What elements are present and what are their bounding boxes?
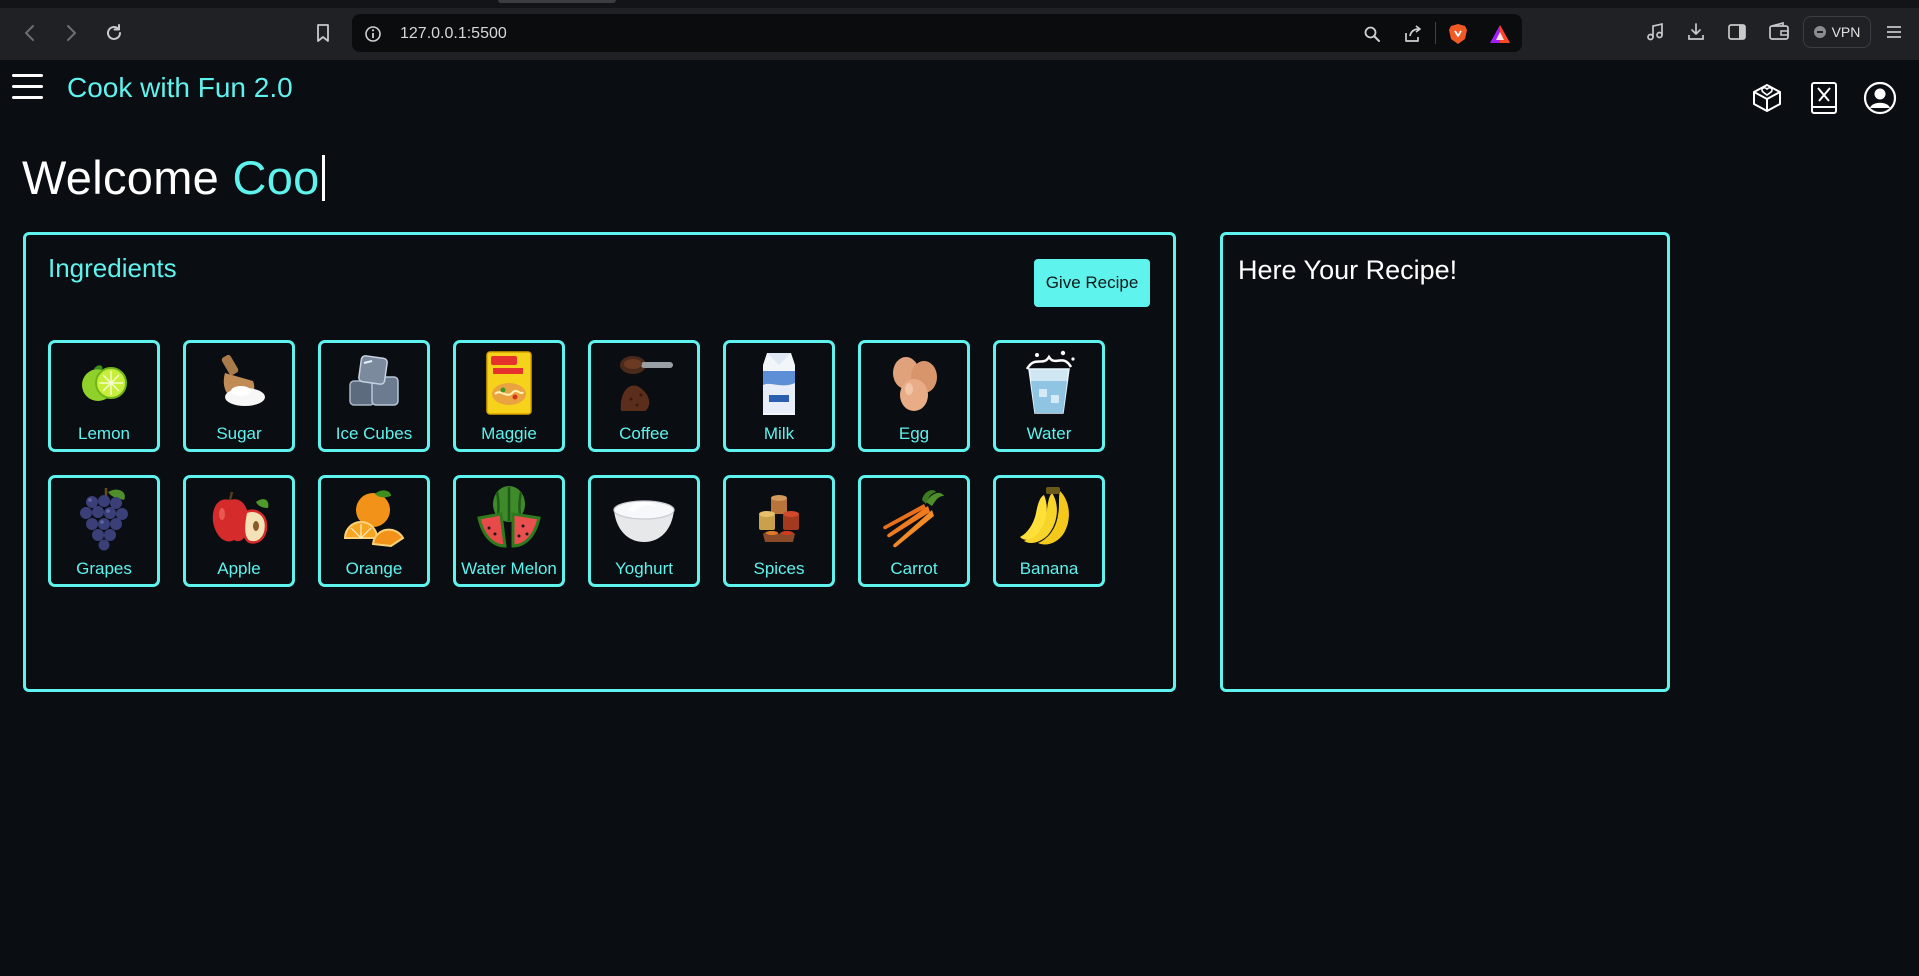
ice-cubes-icon [338, 347, 410, 419]
browser-menu-icon[interactable] [1882, 20, 1906, 44]
milk-icon [743, 347, 815, 419]
ingredient-label: Carrot [890, 559, 938, 578]
user-profile-icon[interactable] [1862, 80, 1898, 116]
ingredient-lemon[interactable]: Lemon [48, 340, 160, 452]
ingredient-maggie[interactable]: Maggie [453, 340, 565, 452]
ingredients-title: Ingredients [48, 253, 177, 283]
typing-caret [321, 155, 325, 201]
spices-icon [743, 482, 815, 554]
ingredient-apple[interactable]: Apple [183, 475, 295, 587]
browser-toolbar: 127.0.0.1:5500 VPN [0, 0, 1919, 60]
reload-button[interactable] [101, 20, 127, 46]
welcome-typed-text: Coo [232, 151, 320, 204]
welcome-heading: Welcome Coo [22, 150, 325, 205]
ingredient-label: Grapes [76, 559, 132, 578]
brave-rewards-icon[interactable] [1489, 23, 1511, 45]
ingredient-sugar[interactable]: Sugar [183, 340, 295, 452]
welcome-prefix: Welcome [22, 151, 220, 204]
ingredient-label: Banana [1019, 559, 1079, 578]
bookmark-button[interactable] [310, 20, 336, 46]
maggie-icon [473, 347, 545, 419]
grapes-icon [68, 482, 140, 554]
vpn-button[interactable]: VPN [1803, 16, 1871, 48]
downloads-icon[interactable] [1684, 20, 1708, 44]
ingredient-water[interactable]: Water [993, 340, 1105, 452]
ingredient-label: Maggie [481, 424, 537, 443]
carrot-icon [878, 482, 950, 554]
yoghurt-icon [608, 482, 680, 554]
sugar-icon [203, 347, 275, 419]
banana-icon [1013, 482, 1085, 554]
hamburger-menu-icon[interactable] [12, 74, 43, 99]
ingredients-panel: Ingredients Give Recipe Lemon Sugar Ice … [23, 232, 1176, 692]
back-button[interactable] [17, 20, 43, 46]
vpn-label: VPN [1831, 24, 1861, 40]
wallet-icon[interactable] [1767, 20, 1791, 44]
vpn-status-icon [1813, 26, 1826, 38]
apple-icon [203, 482, 275, 554]
active-tab-indicator [498, 0, 616, 3]
ingredient-egg[interactable]: Egg [858, 340, 970, 452]
recipe-panel: Here Your Recipe! [1220, 232, 1670, 692]
ingredient-coffee[interactable]: Coffee [588, 340, 700, 452]
ingredient-grapes[interactable]: Grapes [48, 475, 160, 587]
ingredient-orange[interactable]: Orange [318, 475, 430, 587]
forward-button[interactable] [58, 20, 84, 46]
ingredient-label: Sugar [216, 424, 262, 443]
ingredient-carrot[interactable]: Carrot [858, 475, 970, 587]
forward-arrow-icon [67, 25, 76, 41]
recipe-title: Here Your Recipe! [1238, 255, 1458, 285]
give-recipe-button[interactable]: Give Recipe [1034, 259, 1150, 307]
ingredient-milk[interactable]: Milk [723, 340, 835, 452]
lemon-icon [68, 347, 140, 419]
zoom-icon[interactable] [1361, 23, 1383, 45]
ingredient-label: Lemon [78, 424, 130, 443]
ingredient-water-melon[interactable]: Water Melon [453, 475, 565, 587]
tab-strip [0, 0, 1919, 8]
address-bar[interactable]: 127.0.0.1:5500 [352, 14, 1522, 52]
site-info-icon[interactable] [362, 23, 384, 45]
ingredient-label: Ice Cubes [335, 424, 413, 443]
ingredient-spices[interactable]: Spices [723, 475, 835, 587]
ingredient-label: Water [1026, 424, 1072, 443]
ingredient-label: Spices [753, 559, 805, 578]
orange-icon [338, 482, 410, 554]
ingredient-yoghurt[interactable]: Yoghurt [588, 475, 700, 587]
media-icon[interactable] [1643, 20, 1667, 44]
ingredient-label: Orange [345, 559, 403, 578]
back-arrow-icon [25, 25, 34, 41]
url-text: 127.0.0.1:5500 [400, 25, 507, 42]
egg-icon [878, 347, 950, 419]
sidebar-toggle-icon[interactable] [1725, 20, 1749, 44]
ingredient-label: Egg [898, 424, 930, 443]
ingredient-ice-cubes[interactable]: Ice Cubes [318, 340, 430, 452]
ingredient-label: Milk [763, 424, 795, 443]
cookbook-icon[interactable] [1806, 80, 1842, 116]
share-icon[interactable] [1402, 23, 1424, 45]
ingredient-label: Coffee [619, 424, 669, 443]
watermelon-icon [473, 482, 545, 554]
water-icon [1013, 347, 1085, 419]
ingredient-label: Apple [217, 559, 261, 578]
ingredient-label: Water Melon [461, 559, 557, 578]
ingredient-banana[interactable]: Banana [993, 475, 1105, 587]
recipe-box-icon[interactable] [1749, 80, 1785, 116]
brand-title[interactable]: Cook with Fun 2.0 [67, 72, 293, 104]
coffee-icon [608, 347, 680, 419]
brave-shields-icon[interactable] [1447, 23, 1469, 45]
divider [1435, 22, 1436, 44]
ingredient-label: Yoghurt [615, 559, 673, 578]
bookmark-icon [317, 24, 329, 42]
reload-icon [107, 24, 121, 40]
